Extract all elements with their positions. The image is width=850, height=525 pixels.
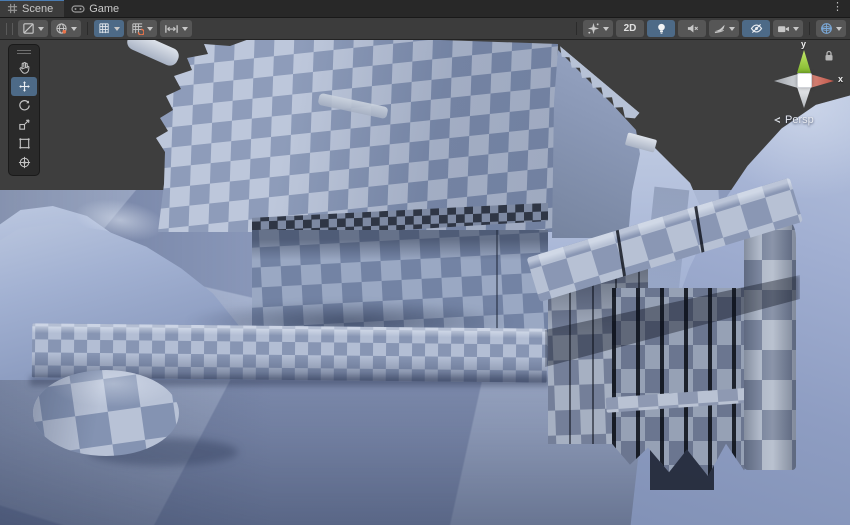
chevron-down-icon xyxy=(147,27,153,31)
tools-drag-handle[interactable] xyxy=(17,50,31,54)
scene-visibility-toggle[interactable] xyxy=(742,20,770,37)
toolbar-right-group: 2D xyxy=(573,20,846,37)
audio-mute-icon xyxy=(686,23,699,34)
chevron-down-icon xyxy=(836,27,842,31)
tools-overlay xyxy=(8,44,40,176)
fx-swoosh-icon xyxy=(713,23,726,34)
scene-viewport[interactable]: y x Persp xyxy=(0,40,850,525)
lock-icon[interactable] xyxy=(824,50,834,62)
negative-y-axis-cone[interactable] xyxy=(797,87,811,108)
hand-tool-button[interactable] xyxy=(11,58,37,77)
unity-editor-window: Scene Game ⋮ xyxy=(0,0,850,525)
view-tab-bar: Scene Game ⋮ xyxy=(0,0,850,18)
draw-mode-icon xyxy=(22,22,35,35)
rotate-icon xyxy=(18,99,31,112)
gamepad-icon xyxy=(71,4,85,14)
scene-toolbar: 2D xyxy=(0,18,850,40)
environment-dropdown[interactable] xyxy=(51,20,81,37)
eye-slash-icon xyxy=(750,23,763,34)
toolbar-separator xyxy=(576,22,577,35)
hand-icon xyxy=(18,61,31,74)
move-snap-icon xyxy=(164,23,179,35)
camera-icon xyxy=(777,24,790,34)
projection-toggle[interactable]: Persp xyxy=(772,114,814,126)
camera-overlay-dropdown[interactable] xyxy=(773,20,803,37)
transform-tool-button[interactable] xyxy=(11,153,37,172)
toolbar-separator xyxy=(809,22,810,35)
rect-tool-button[interactable] xyxy=(11,134,37,153)
tab-options-menu[interactable]: ⋮ xyxy=(825,0,850,17)
grid-visibility-dropdown[interactable] xyxy=(94,20,124,37)
tab-scene-label: Scene xyxy=(22,3,53,15)
tab-game-label: Game xyxy=(89,3,119,15)
move-icon xyxy=(18,80,31,93)
rect-icon xyxy=(18,137,31,150)
x-axis-cone[interactable] xyxy=(810,74,834,88)
gizmo-center-cube[interactable] xyxy=(797,73,812,88)
move-tool-button[interactable] xyxy=(11,77,37,96)
grid-visibility-icon xyxy=(98,22,111,35)
2d-toggle-label: 2D xyxy=(624,23,637,34)
negative-x-axis-cone[interactable] xyxy=(774,74,798,88)
chevron-down-icon xyxy=(729,27,735,31)
scale-tool-button[interactable] xyxy=(11,115,37,134)
toolbar-separator xyxy=(87,22,88,35)
scale-icon xyxy=(18,118,31,131)
shed-right-post[interactable] xyxy=(744,212,796,470)
chevron-down-icon xyxy=(182,27,188,31)
environment-globe-icon xyxy=(55,22,68,35)
gizmos-dropdown[interactable] xyxy=(816,20,846,37)
projection-label: Persp xyxy=(785,114,814,126)
grid-snap-icon xyxy=(131,22,144,35)
round-stump[interactable] xyxy=(33,370,179,456)
roof-beam-left[interactable] xyxy=(125,40,182,68)
scene-grid-icon xyxy=(7,3,18,14)
draw-mode-dropdown[interactable] xyxy=(18,20,48,37)
chevron-down-icon xyxy=(38,27,44,31)
tab-game[interactable]: Game xyxy=(64,0,130,17)
toolbar-drag-handle[interactable] xyxy=(6,23,13,35)
effects-sparkle-icon xyxy=(587,22,600,35)
gizmos-globe-icon xyxy=(820,22,833,35)
y-axis-cone[interactable] xyxy=(797,50,811,73)
lighting-toggle[interactable] xyxy=(647,20,675,37)
grid-snap-dropdown[interactable] xyxy=(127,20,157,37)
x-axis-label: x xyxy=(838,74,843,84)
lighting-bulb-icon xyxy=(656,22,667,35)
2d-toggle[interactable]: 2D xyxy=(616,20,644,37)
tab-scene[interactable]: Scene xyxy=(0,0,64,17)
fx-dropdown[interactable] xyxy=(709,20,739,37)
y-axis-label: y xyxy=(801,40,806,49)
effects-dropdown[interactable] xyxy=(583,20,613,37)
rotate-tool-button[interactable] xyxy=(11,96,37,115)
stump-shading xyxy=(33,370,179,456)
chevron-down-icon xyxy=(71,27,77,31)
transform-icon xyxy=(18,156,31,169)
persp-arrow-icon xyxy=(772,115,782,125)
move-snap-dropdown[interactable] xyxy=(160,20,192,37)
chevron-down-icon xyxy=(603,27,609,31)
chevron-down-icon xyxy=(793,27,799,31)
audio-toggle[interactable] xyxy=(678,20,706,37)
chevron-down-icon xyxy=(114,27,120,31)
post-shading xyxy=(744,212,796,470)
